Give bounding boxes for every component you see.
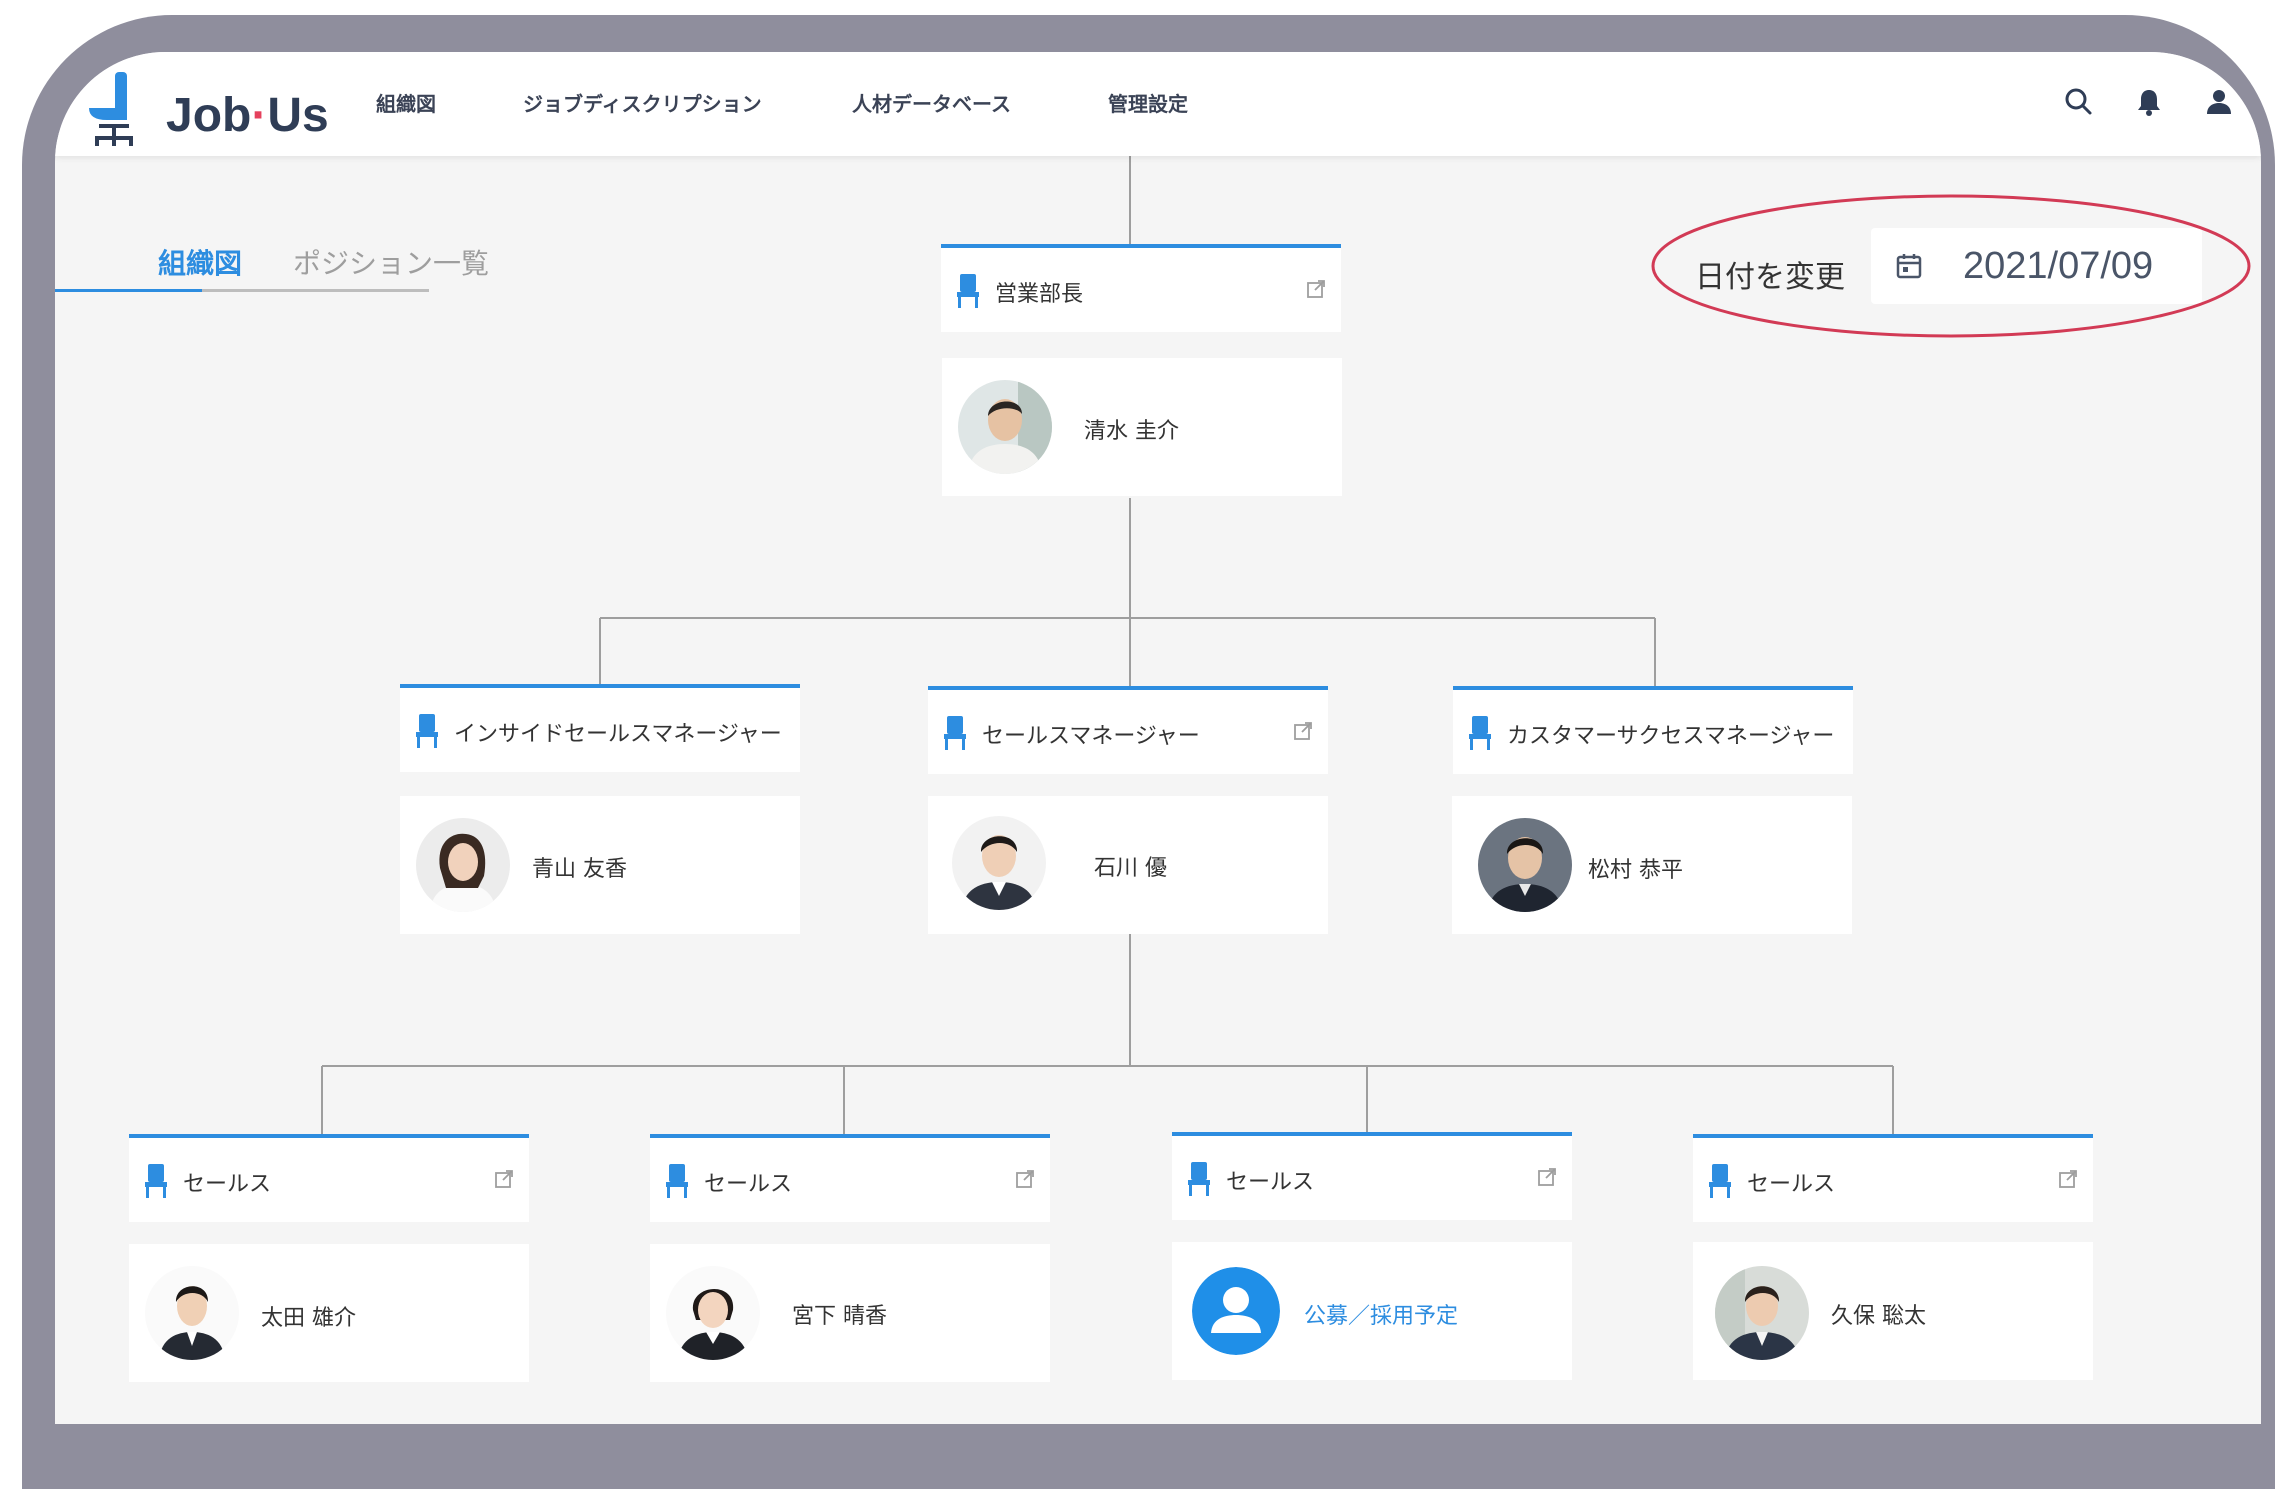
- position-title: セールス: [704, 1172, 793, 1197]
- chair-icon: [666, 1164, 688, 1198]
- person-card[interactable]: 石川 優: [928, 796, 1328, 934]
- position-title: セールス: [183, 1172, 272, 1197]
- position-card-sales-director[interactable]: 営業部長: [941, 244, 1341, 332]
- external-link-icon[interactable]: [2059, 1170, 2077, 1188]
- position-card-sales[interactable]: セールス: [129, 1134, 529, 1222]
- person-name: 青山 友香: [532, 857, 627, 882]
- tab-org-chart[interactable]: 組織図: [158, 242, 242, 282]
- chair-icon: [1709, 1164, 1731, 1198]
- chair-icon: [1469, 716, 1491, 750]
- position-title: 営業部長: [995, 282, 1084, 307]
- position-card-sales[interactable]: セールス: [1693, 1134, 2093, 1222]
- person-name: 石川 優: [1094, 856, 1167, 881]
- vacant-person-card[interactable]: 公募／採用予定: [1172, 1242, 1572, 1380]
- top-navigation-bar: Job·Us 組織図 ジョブディスクリプション 人材データベース 管理設定: [55, 52, 2261, 156]
- nav-admin-settings[interactable]: 管理設定: [1108, 88, 1188, 117]
- position-title: セールス: [1226, 1170, 1315, 1195]
- user-icon[interactable]: [2201, 84, 2237, 120]
- tab-position-list[interactable]: ポジション一覧: [293, 242, 489, 282]
- person-name: 太田 雄介: [261, 1306, 356, 1331]
- avatar: [416, 818, 510, 912]
- person-card[interactable]: 清水 圭介: [942, 358, 1342, 496]
- external-link-icon[interactable]: [495, 1170, 513, 1188]
- logo-wordmark: Job·Us: [166, 89, 329, 142]
- person-card[interactable]: 太田 雄介: [129, 1244, 529, 1382]
- search-icon[interactable]: [2061, 84, 2097, 120]
- avatar: [952, 816, 1046, 910]
- avatar: [145, 1266, 239, 1360]
- active-tab-indicator: [55, 289, 202, 292]
- logo[interactable]: Job·Us: [81, 68, 329, 148]
- external-link-icon[interactable]: [1294, 722, 1312, 740]
- date-change-label: 日付を変更: [1695, 260, 1845, 295]
- position-card-customer-success-manager[interactable]: カスタマーサクセスマネージャー: [1453, 686, 1853, 774]
- person-name: 清水 圭介: [1084, 419, 1179, 444]
- calendar-icon: [1896, 254, 1922, 279]
- external-link-icon[interactable]: [1016, 1170, 1034, 1188]
- nav-org-chart[interactable]: 組織図: [376, 88, 436, 117]
- person-name: 宮下 晴香: [792, 1304, 887, 1329]
- position-card-sales[interactable]: セールス: [650, 1134, 1050, 1222]
- external-link-icon[interactable]: [1538, 1168, 1556, 1186]
- avatar: [1478, 818, 1572, 912]
- date-value: 2021/07/09: [1963, 245, 2154, 287]
- position-card-sales[interactable]: セールス: [1172, 1132, 1572, 1220]
- person-name: 久保 聡太: [1831, 1304, 1926, 1329]
- person-card[interactable]: 青山 友香: [400, 796, 800, 934]
- person-card[interactable]: 久保 聡太: [1693, 1242, 2093, 1380]
- chair-icon: [416, 714, 438, 748]
- chair-logo-icon: [89, 72, 133, 146]
- chair-icon: [145, 1164, 167, 1198]
- nav-talent-database[interactable]: 人材データベース: [852, 88, 1011, 117]
- avatar: [958, 380, 1052, 474]
- date-picker[interactable]: 2021/07/09: [1871, 228, 2202, 304]
- person-card[interactable]: 松村 恭平: [1452, 796, 1852, 934]
- avatar: [1715, 1266, 1809, 1360]
- avatar: [666, 1266, 760, 1360]
- default-avatar-icon: [1192, 1267, 1280, 1355]
- chair-icon: [1188, 1162, 1210, 1196]
- position-title: セールス: [1747, 1172, 1836, 1197]
- bell-icon[interactable]: [2131, 84, 2167, 120]
- recruiting-link[interactable]: 公募／採用予定: [1304, 1298, 1458, 1330]
- person-name: 松村 恭平: [1588, 858, 1683, 883]
- position-title: カスタマーサクセスマネージャー: [1507, 724, 1835, 749]
- app-screen: Job·Us 組織図 ジョブディスクリプション 人材データベース 管理設定 組織…: [55, 52, 2261, 1424]
- position-title: セールスマネージャー: [982, 724, 1200, 749]
- chair-icon: [944, 716, 966, 750]
- chair-icon: [957, 274, 979, 308]
- position-card-inside-sales-manager[interactable]: インサイドセールスマネージャー: [400, 684, 800, 772]
- external-link-icon[interactable]: [1307, 280, 1325, 298]
- position-card-sales-manager[interactable]: セールスマネージャー: [928, 686, 1328, 774]
- position-title: インサイドセールスマネージャー: [454, 722, 782, 747]
- nav-job-description[interactable]: ジョブディスクリプション: [523, 88, 762, 117]
- person-card[interactable]: 宮下 晴香: [650, 1244, 1050, 1382]
